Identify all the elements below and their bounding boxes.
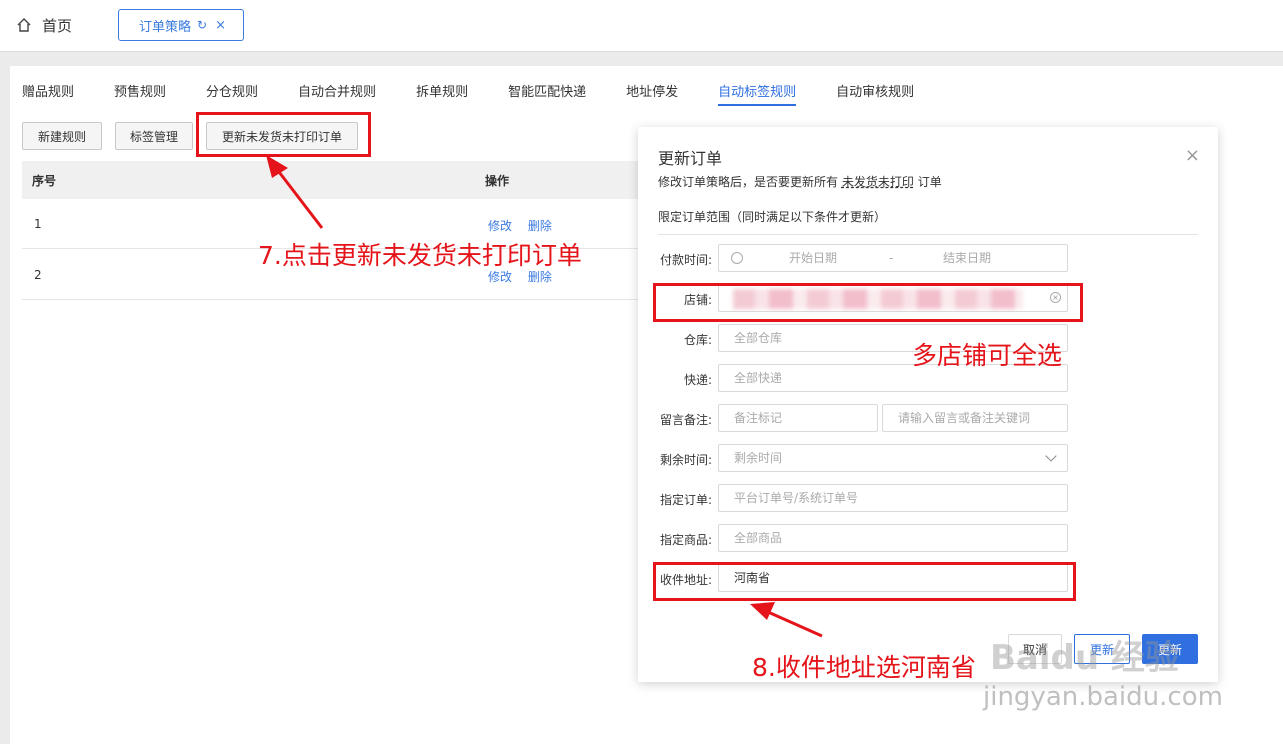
tab-auto-merge-rule[interactable]: 自动合并规则 <box>298 82 376 106</box>
subtitle-tail: 订单 <box>917 175 942 189</box>
subtitle-highlight: 未发货未打印 <box>841 175 914 189</box>
home-icon <box>17 18 31 32</box>
remaining-row: 剩余时间: 剩余时间 <box>638 444 1218 474</box>
rule-tabs: 赠品规则 预售规则 分仓规则 自动合并规则 拆单规则 智能匹配快递 地址停发 自… <box>22 82 954 106</box>
highlight-store-field <box>653 283 1083 322</box>
remark-keyword-input[interactable]: 请输入留言或备注关键词 <box>882 404 1068 432</box>
col-seq: 序号 <box>32 174 57 188</box>
close-icon[interactable]: × <box>1185 145 1200 166</box>
baidu-watermark-url: jingyan.baidu.com <box>983 682 1223 712</box>
refresh-icon[interactable]: ↻ <box>197 18 207 32</box>
start-date-placeholder: 开始日期 <box>789 251 838 265</box>
clock-icon <box>731 252 743 264</box>
table-header: 序号 操作 <box>22 161 640 199</box>
subtitle-text: 修改订单策略后，是否要更新所有 <box>658 175 839 189</box>
home-link[interactable]: 首页 <box>16 13 72 37</box>
tab-address-stop[interactable]: 地址停发 <box>626 82 678 106</box>
remark-label: 留言备注: <box>659 413 712 427</box>
remark-row: 留言备注: 备注标记 请输入留言或备注关键词 <box>638 404 1218 434</box>
highlight-update-button <box>196 112 371 157</box>
product-label: 指定商品: <box>659 533 712 547</box>
multi-store-annotation: 多店铺可全选 <box>912 341 1063 370</box>
dialog-title: 更新订单 <box>658 149 723 168</box>
row-seq: 2 <box>34 268 42 282</box>
express-label: 快递: <box>683 373 712 387</box>
delete-link[interactable]: 删除 <box>528 219 552 233</box>
tab-presale-rule[interactable]: 预售规则 <box>114 82 166 106</box>
tab-auto-review-rule[interactable]: 自动审核规则 <box>836 82 914 106</box>
product-select[interactable]: 全部商品 <box>718 524 1068 552</box>
highlight-address-field <box>653 562 1076 601</box>
step8-annotation: 8.收件地址选河南省 <box>752 653 976 682</box>
warehouse-label: 仓库: <box>683 333 712 347</box>
tab-label: 订单策略 <box>139 19 192 35</box>
tab-order-strategy[interactable]: 订单策略 ↻ × <box>118 9 244 41</box>
tab-warehouse-rule[interactable]: 分仓规则 <box>206 82 258 106</box>
row-seq: 1 <box>34 217 42 231</box>
edit-link[interactable]: 修改 <box>488 270 512 284</box>
pay-time-row: 付款时间: 开始日期 - 结束日期 <box>638 244 1218 274</box>
top-bar: 首页 订单策略 ↻ × <box>0 0 1283 52</box>
order-label: 指定订单: <box>659 493 712 507</box>
pay-time-label: 付款时间: <box>659 253 712 267</box>
remaining-time-select[interactable]: 剩余时间 <box>718 444 1068 472</box>
section-title: 限定订单范围（同时满足以下条件才更新） <box>658 208 1198 235</box>
product-row: 指定商品: 全部商品 <box>638 524 1218 554</box>
date-separator: - <box>889 251 894 265</box>
order-number-input[interactable]: 平台订单号/系统订单号 <box>718 484 1068 512</box>
tab-gift-rule[interactable]: 赠品规则 <box>22 82 74 106</box>
close-icon[interactable]: × <box>215 18 226 33</box>
dialog-subtitle: 修改订单策略后，是否要更新所有 未发货未打印 订单 <box>658 173 942 190</box>
remaining-label: 剩余时间: <box>659 453 712 467</box>
tab-split-rule[interactable]: 拆单规则 <box>416 82 468 106</box>
step7-annotation: 7.点击更新未发货未打印订单 <box>258 241 582 270</box>
edit-link[interactable]: 修改 <box>488 219 512 233</box>
tab-smart-express[interactable]: 智能匹配快递 <box>508 82 586 106</box>
remark-flag-select[interactable]: 备注标记 <box>718 404 878 432</box>
home-label: 首页 <box>42 16 73 35</box>
baidu-watermark-logo: Baidu 经验 <box>990 638 1179 678</box>
new-rule-button[interactable]: 新建规则 <box>22 122 102 150</box>
order-row: 指定订单: 平台订单号/系统订单号 <box>638 484 1218 514</box>
end-date-placeholder: 结束日期 <box>943 251 992 265</box>
tab-auto-tag-rule[interactable]: 自动标签规则 <box>718 82 797 106</box>
pay-time-range-picker[interactable]: 开始日期 - 结束日期 <box>718 244 1068 272</box>
tag-manage-button[interactable]: 标签管理 <box>115 122 193 150</box>
delete-link[interactable]: 删除 <box>528 270 552 284</box>
remaining-placeholder: 剩余时间 <box>734 451 783 465</box>
col-ops: 操作 <box>485 174 510 188</box>
chevron-down-icon <box>1045 450 1057 462</box>
